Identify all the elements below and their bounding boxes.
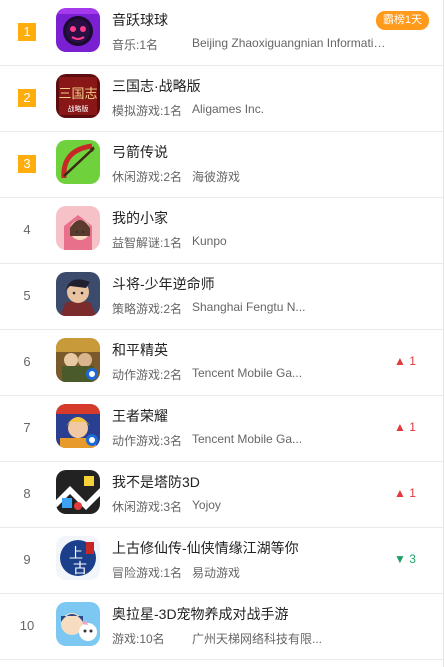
app-title[interactable]: 我的小家	[112, 208, 168, 228]
list-item[interactable]: 5 斗将-少年逆命师 策略游戏:2名 Shanghai Fengtu N...	[0, 264, 443, 330]
tower-defense-icon[interactable]	[56, 470, 100, 514]
app-title[interactable]: 音跃球球	[112, 10, 168, 30]
rank-number: 2	[18, 89, 36, 107]
app-title[interactable]: 三国志·战略版	[112, 76, 201, 96]
app-title[interactable]: 王者荣耀	[112, 406, 168, 426]
rank-number: 4	[23, 222, 31, 237]
rank-number: 10	[19, 618, 35, 633]
app-developer: Tencent Mobile Ga...	[192, 366, 303, 380]
app-developer: Tencent Mobile Ga...	[192, 432, 303, 446]
app-meta: 休闲游戏:2名 海彼游戏	[112, 168, 240, 185]
rank-number: 3	[18, 155, 36, 173]
music-ball-icon[interactable]	[56, 8, 100, 52]
app-category: 模拟游戏:1名	[112, 104, 183, 118]
arrow-up-icon: ▲	[394, 420, 406, 434]
app-category: 动作游戏:3名	[112, 434, 183, 448]
arrow-up-icon: ▲	[394, 354, 406, 368]
app-category: 休闲游戏:3名	[112, 500, 183, 514]
list-item[interactable]: 8 我不是塔防3D 休闲游戏:3名 Yojoy ▲ 1	[0, 462, 443, 528]
app-title[interactable]: 和平精英	[112, 340, 168, 360]
rank-number: 1	[18, 23, 36, 41]
honor-of-kings-icon[interactable]	[56, 404, 100, 448]
arrow-up-icon: ▲	[394, 486, 406, 500]
bow-arrow-icon[interactable]	[56, 140, 100, 184]
list-item[interactable]: 1 音跃球球 音乐:1名 Beijing Zhaoxiguangnian Info…	[0, 0, 443, 66]
app-developer: 广州天梯网络科技有限...	[192, 632, 323, 646]
list-item[interactable]: 2 三国志战略版 三国志·战略版 模拟游戏:1名 Aligames Inc.	[0, 66, 443, 132]
rank-number: 9	[23, 552, 31, 567]
app-developer: 易动游戏	[192, 566, 241, 580]
app-ranking-list: 1 音跃球球 音乐:1名 Beijing Zhaoxiguangnian Info…	[0, 0, 444, 667]
app-title[interactable]: 上古修仙传-仙侠情缘江湖等你	[112, 538, 299, 558]
rank-change-value: 1	[409, 486, 416, 500]
my-home-icon[interactable]	[56, 206, 100, 250]
app-developer: Aligames Inc.	[192, 102, 265, 116]
xianxia-icon[interactable]: 上古	[56, 536, 100, 580]
app-developer: 海彼游戏	[192, 170, 241, 184]
app-meta: 模拟游戏:1名 Aligames Inc.	[112, 102, 264, 119]
app-meta: 动作游戏:3名 Tencent Mobile Ga...	[112, 432, 302, 449]
app-category: 益智解谜:1名	[112, 236, 183, 250]
app-meta: 音乐:1名 Beijing Zhaoxiguangnian Informatio.…	[112, 36, 388, 53]
app-category: 策略游戏:2名	[112, 302, 183, 316]
app-title[interactable]: 奥拉星-3D宠物养成对战手游	[112, 604, 289, 624]
rank-change-up: ▲ 1	[394, 354, 416, 368]
app-developer: Shanghai Fengtu N...	[192, 300, 306, 314]
list-item[interactable]: 3 弓箭传说 休闲游戏:2名 海彼游戏	[0, 132, 443, 198]
app-developer: Yojoy	[192, 498, 221, 512]
rank-change-value: 1	[409, 354, 416, 368]
list-item[interactable]: 4 我的小家 益智解谜:1名 Kunpo	[0, 198, 443, 264]
rank-number: 5	[23, 288, 31, 303]
rank-number: 8	[23, 486, 31, 501]
rank-number: 7	[23, 420, 31, 435]
warrior-icon[interactable]	[56, 272, 100, 316]
app-meta: 冒险游戏:1名 易动游戏	[112, 564, 240, 581]
aola-star-icon[interactable]	[56, 602, 100, 646]
app-category: 冒险游戏:1名	[112, 566, 183, 580]
rank-change-up: ▲ 1	[394, 420, 416, 434]
app-category: 休闲游戏:2名	[112, 170, 183, 184]
arrow-down-icon: ▼	[394, 552, 406, 566]
app-meta: 游戏:10名 广州天梯网络科技有限...	[112, 630, 322, 647]
app-meta: 益智解谜:1名 Kunpo	[112, 234, 227, 251]
app-meta: 动作游戏:2名 Tencent Mobile Ga...	[112, 366, 302, 383]
svg-text:三国志: 三国志	[58, 87, 97, 102]
app-category: 游戏:10名	[112, 632, 165, 646]
status-badge: 霸榜1天	[375, 11, 429, 30]
app-category: 音乐:1名	[112, 38, 159, 52]
three-kingdoms-icon[interactable]: 三国志 战略版	[56, 74, 100, 118]
app-category: 动作游戏:2名	[112, 368, 183, 382]
rank-change-value: 3	[409, 552, 416, 566]
app-meta: 休闲游戏:3名 Yojoy	[112, 498, 221, 515]
rank-change-up: ▲ 1	[394, 486, 416, 500]
svg-text:古: 古	[73, 561, 87, 577]
list-item[interactable]: 7 王者荣耀 动作游戏:3名 Tencent Mobile Ga... ▲ 1	[0, 396, 443, 462]
rank-change-down: ▼ 3	[394, 552, 416, 566]
peace-elite-icon[interactable]	[56, 338, 100, 382]
app-title[interactable]: 弓箭传说	[112, 142, 168, 162]
list-item[interactable]: 10 奥拉星-3D宠物养成对战手游 游戏:10名 广州天梯网络科技有限...	[0, 594, 443, 660]
app-title[interactable]: 我不是塔防3D	[112, 472, 200, 492]
app-developer: Beijing Zhaoxiguangnian Informatio...	[192, 36, 388, 50]
list-item[interactable]: 6 和平精英 动作游戏:2名 Tencent Mobile Ga... ▲ 1	[0, 330, 443, 396]
app-title[interactable]: 斗将-少年逆命师	[112, 274, 215, 294]
list-item[interactable]: 9 上古 上古修仙传-仙侠情缘江湖等你 冒险游戏:1名 易动游戏 ▼ 3	[0, 528, 443, 594]
svg-text:战略版: 战略版	[68, 104, 89, 113]
rank-number: 6	[23, 354, 31, 369]
app-developer: Kunpo	[192, 234, 227, 248]
rank-change-value: 1	[409, 420, 416, 434]
app-meta: 策略游戏:2名 Shanghai Fengtu N...	[112, 300, 305, 317]
svg-text:上: 上	[69, 546, 83, 562]
